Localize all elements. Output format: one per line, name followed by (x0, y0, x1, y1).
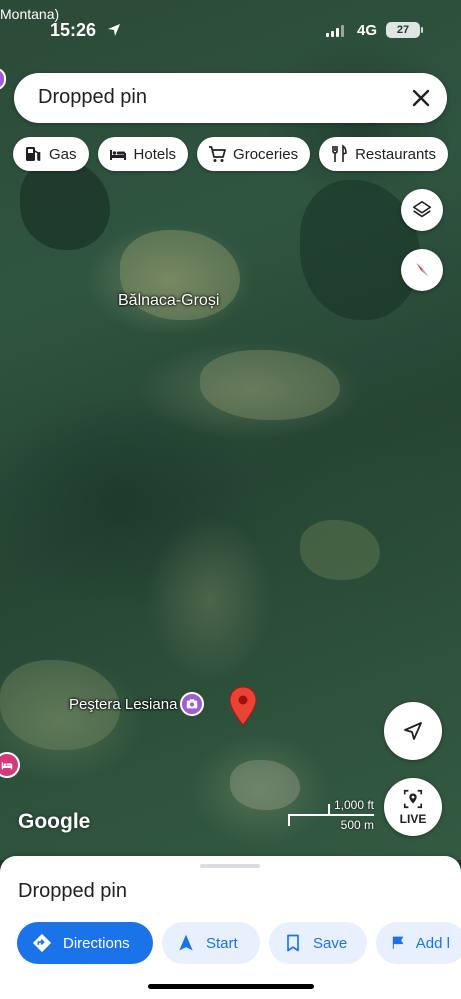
compass-button[interactable] (401, 249, 443, 291)
save-button[interactable]: Save (269, 922, 367, 964)
start-button[interactable]: Start (162, 922, 260, 964)
live-label: LIVE (399, 812, 427, 826)
network-type: 4G (357, 22, 378, 39)
my-location-button[interactable] (384, 702, 442, 760)
compass-icon (416, 262, 429, 277)
directions-icon (32, 933, 52, 953)
save-label: Save (313, 934, 348, 952)
cellular-signal-icon (326, 25, 344, 37)
battery-icon: 27 (386, 22, 420, 38)
scale-ft-label: 1,000 ft (333, 798, 374, 812)
sheet-drag-handle[interactable] (200, 864, 260, 868)
directions-button[interactable]: Directions (17, 922, 153, 964)
add-label-label: Add l (415, 934, 450, 952)
bed-icon (1, 762, 13, 770)
battery-tip (421, 27, 423, 33)
layers-icon (412, 200, 432, 218)
chip-label: Groceries (233, 145, 299, 163)
place-title: Dropped pin (18, 880, 127, 902)
live-view-button[interactable]: LIVE (384, 778, 442, 836)
poi-label[interactable]: Peştera Lesiana (69, 696, 177, 713)
flag-icon (392, 936, 404, 949)
chip-label: Restaurants (355, 145, 436, 163)
chip-restaurants[interactable]: Restaurants (319, 137, 448, 171)
chip-label: Hotels (133, 145, 177, 163)
status-time: 15:26 (50, 20, 97, 40)
add-label-button[interactable]: Add l (376, 922, 461, 964)
bookmark-icon (287, 934, 299, 952)
scale-bar: 1,000 ft 500 m (288, 798, 376, 834)
camera-icon (186, 699, 198, 709)
dropped-pin-icon[interactable] (229, 686, 257, 726)
navigation-arrow-icon (179, 934, 193, 951)
category-chips: Gas Hotels Groceries Restaurants (13, 137, 448, 171)
fork-knife-icon (332, 144, 347, 162)
navigation-arrow-icon (404, 722, 422, 740)
cart-icon (209, 146, 226, 162)
close-icon[interactable] (409, 86, 433, 110)
home-indicator[interactable] (148, 984, 314, 989)
location-arrow-icon (108, 24, 120, 36)
status-bar: Montana) 15:26 4G 27 (0, 0, 461, 56)
action-buttons: Directions Start Save Add l (17, 922, 461, 964)
bed-icon (109, 150, 126, 160)
village-label[interactable]: Bălnaca-Groși (118, 292, 219, 310)
start-label: Start (206, 934, 238, 952)
scale-tick (328, 804, 330, 816)
scale-m-label: 500 m (340, 818, 374, 832)
scale-tick (288, 814, 290, 826)
chip-label: Gas (49, 145, 77, 163)
directions-label: Directions (63, 934, 130, 952)
chip-hotels[interactable]: Hotels (97, 137, 189, 171)
poi-marker[interactable] (180, 692, 204, 716)
scale-line (288, 814, 374, 816)
layers-button[interactable] (401, 189, 443, 231)
chip-gas[interactable]: Gas (13, 137, 89, 171)
search-text[interactable]: Dropped pin (38, 86, 147, 109)
bottom-sheet[interactable]: Dropped pin Directions Start Save Add l (0, 856, 461, 999)
chip-groceries[interactable]: Groceries (197, 137, 311, 171)
search-bar[interactable]: Dropped pin (14, 73, 447, 123)
live-view-icon (403, 789, 423, 809)
google-logo: Google (18, 810, 91, 833)
gas-station-icon (26, 147, 41, 161)
